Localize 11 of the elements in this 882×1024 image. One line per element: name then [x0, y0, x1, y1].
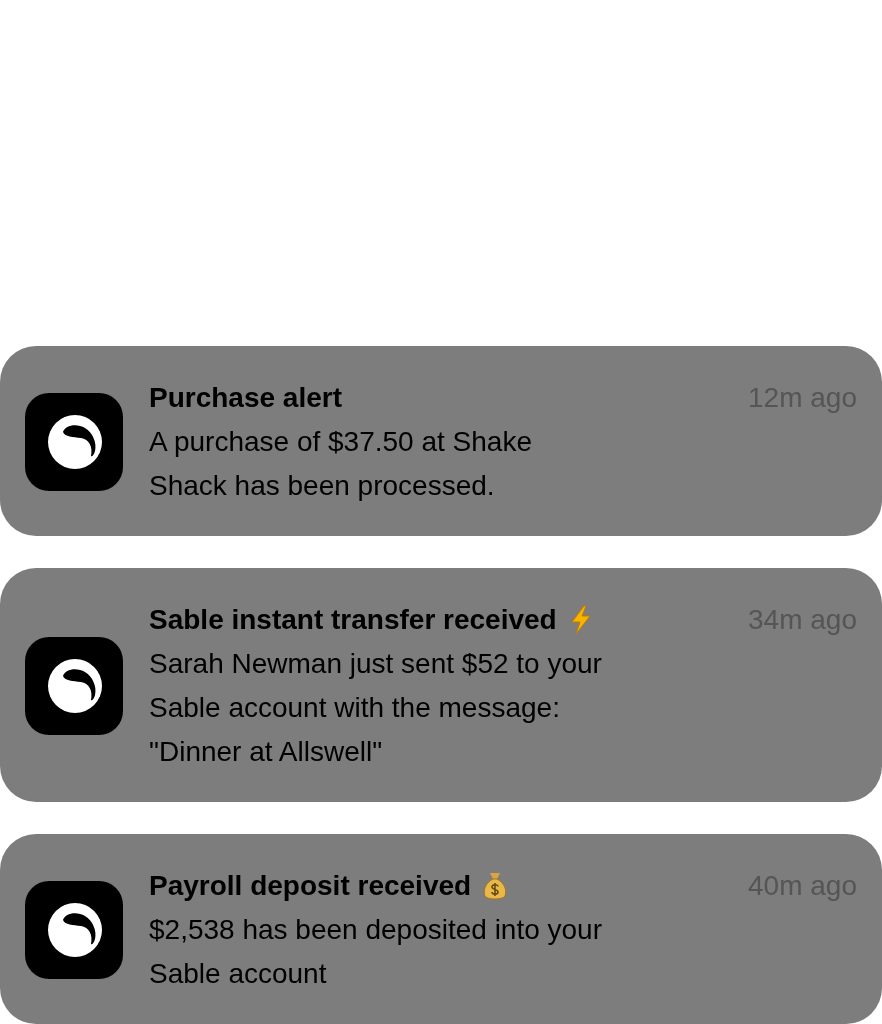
notification-message: A purchase of $37.50 at Shake Shack has been processed. — [149, 425, 533, 503]
notification-message: Sarah Newman just sent $52 to your Sable account with the message: "Dinner at Allswell" — [149, 647, 603, 769]
money-bag-icon — [483, 871, 508, 901]
app-icon — [25, 637, 123, 735]
notification-title: Payroll deposit received — [149, 869, 472, 903]
lightning-icon — [568, 605, 593, 635]
notification-title: Purchase alert — [149, 381, 342, 415]
app-icon — [25, 881, 123, 979]
notification-message: $2,538 has been deposited into your Sable account — [149, 913, 604, 991]
notification-title: Sable instant transfer received — [149, 603, 557, 637]
app-icon — [25, 393, 123, 491]
